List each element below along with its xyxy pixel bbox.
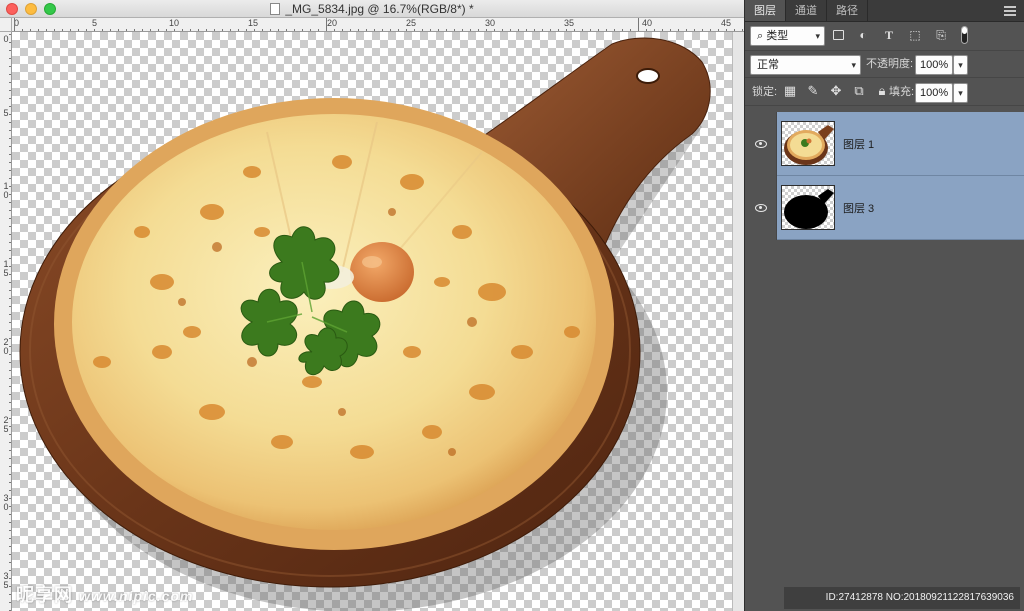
lock-move-icon[interactable]: ✥ [829,83,843,99]
blend-row: 正常 ▾ 不透明度: 100% ▾ [745,51,1024,78]
ruler-label: 30 [485,18,496,28]
ruler-label: 1 5 [3,259,9,278]
chevron-down-icon: ▾ [815,31,820,41]
lock-artboard-icon[interactable]: ⧉ [852,83,866,99]
watermark-url: www.nipic.com [79,588,194,604]
filter-kind-label: 类型 [766,30,789,42]
layers-list: 图层 1 图层 3 [745,112,1024,240]
panel-tabs: 图层 通道 路径 [745,0,1024,22]
watermark-id: ID:27412878 NO:20180921122817639036 [784,587,1020,609]
ruler-label: 1 0 [3,181,9,200]
ruler-label: 40 [642,18,653,28]
ruler-label: 25 [406,18,417,28]
lock-all-icon[interactable]: 🔒︎ [875,83,889,99]
eye-icon [755,140,767,148]
document-icon [270,3,281,15]
fill-label: 填充: [889,86,915,98]
tab-paths[interactable]: 路径 [827,0,868,21]
adjustment-filter-icon[interactable]: ◐ [856,28,870,42]
layer-visibility-toggle[interactable] [745,176,777,240]
eye-icon [755,204,767,212]
layer-row[interactable]: 图层 3 [745,176,1024,240]
smart-object-filter-icon[interactable]: ⎘ [934,28,948,42]
lock-transparent-icon[interactable]: ▦ [783,83,797,99]
watermark-logo: 昵享网 www.nipic.com [16,581,193,607]
layer-thumbnail [781,185,835,230]
ruler-tick [326,18,327,31]
pizza-image [19,37,711,611]
ruler-label: 5 [3,108,9,118]
document-title: _MG_5834.jpg @ 16.7%(RGB/8*) * [0,2,744,16]
opacity-field[interactable]: 100% ▾ [915,55,968,75]
ruler-tick [638,18,639,31]
ruler-label: 20 [327,18,338,28]
lock-row: 锁定: ▦ ✎ ✥ ⧉ 🔒︎ 填充: 100% ▾ [745,78,1024,106]
document-title-text: _MG_5834.jpg @ 16.7%(RGB/8*) * [285,2,474,16]
title-bar[interactable]: _MG_5834.jpg @ 16.7%(RGB/8*) * [0,0,744,18]
layer-name[interactable]: 图层 1 [843,136,874,152]
fill-dropdown-button[interactable]: ▾ [953,83,968,103]
panel-menu-icon[interactable] [1004,6,1016,16]
chevron-down-icon: ▾ [851,60,856,70]
layer-visibility-toggle[interactable] [745,112,777,176]
ruler-label: 3 0 [3,493,9,512]
layer-filter-row: ⌕ 类型 ▾ ◐ T ⬚ ⎘ [745,22,1024,51]
opacity-dropdown-button[interactable]: ▾ [953,55,968,75]
image-filter-icon[interactable] [833,30,844,40]
tab-layers[interactable]: 图层 [745,0,786,21]
opacity-value: 100% [920,59,949,71]
ruler-label: 10 [169,18,180,28]
ruler-origin[interactable] [0,18,12,32]
filter-toggle[interactable] [961,26,968,44]
watermark-logo-text: 昵享网 [16,585,73,605]
fill-field[interactable]: 100% ▾ [915,83,968,103]
ruler-label: 15 [248,18,259,28]
ruler-tick [14,18,15,31]
ruler-label: 35 [564,18,575,28]
lock-label: 锁定: [752,86,778,98]
type-filter-icon[interactable]: T [882,28,896,42]
ruler-label: 45 [721,18,732,28]
filter-kind-select[interactable]: ⌕ 类型 ▾ [750,26,825,46]
tab-channels[interactable]: 通道 [786,0,827,21]
ruler-label: 5 [92,18,98,28]
search-icon: ⌕ [757,30,764,42]
horizontal-ruler[interactable]: 0 5 10 15 20 25 30 35 40 45 [12,18,744,32]
layer-name[interactable]: 图层 3 [843,200,874,216]
vertical-scrollbar[interactable] [732,32,744,611]
layer-row[interactable]: 图层 1 [745,112,1024,176]
shape-filter-icon[interactable]: ⬚ [908,28,922,42]
canvas[interactable]: 昵享网 www.nipic.com [12,32,732,611]
opacity-label: 不透明度: [866,58,914,70]
fill-value: 100% [920,87,949,99]
blend-mode-value: 正常 [757,59,779,71]
layer-thumbnail [781,121,835,166]
blend-mode-select[interactable]: 正常 ▾ [750,55,861,75]
lock-paint-icon[interactable]: ✎ [806,83,820,99]
vertical-ruler[interactable]: 0 5 1 0 1 5 2 0 2 5 3 0 3 5 [0,32,12,611]
document-window: _MG_5834.jpg @ 16.7%(RGB/8*) * 0 5 10 15… [0,0,744,611]
ruler-label: 3 5 [3,571,9,590]
layers-panel: 图层 通道 路径 ⌕ 类型 ▾ ◐ T ⬚ ⎘ 正常 ▾ 不透明度: 100% … [744,0,1024,611]
